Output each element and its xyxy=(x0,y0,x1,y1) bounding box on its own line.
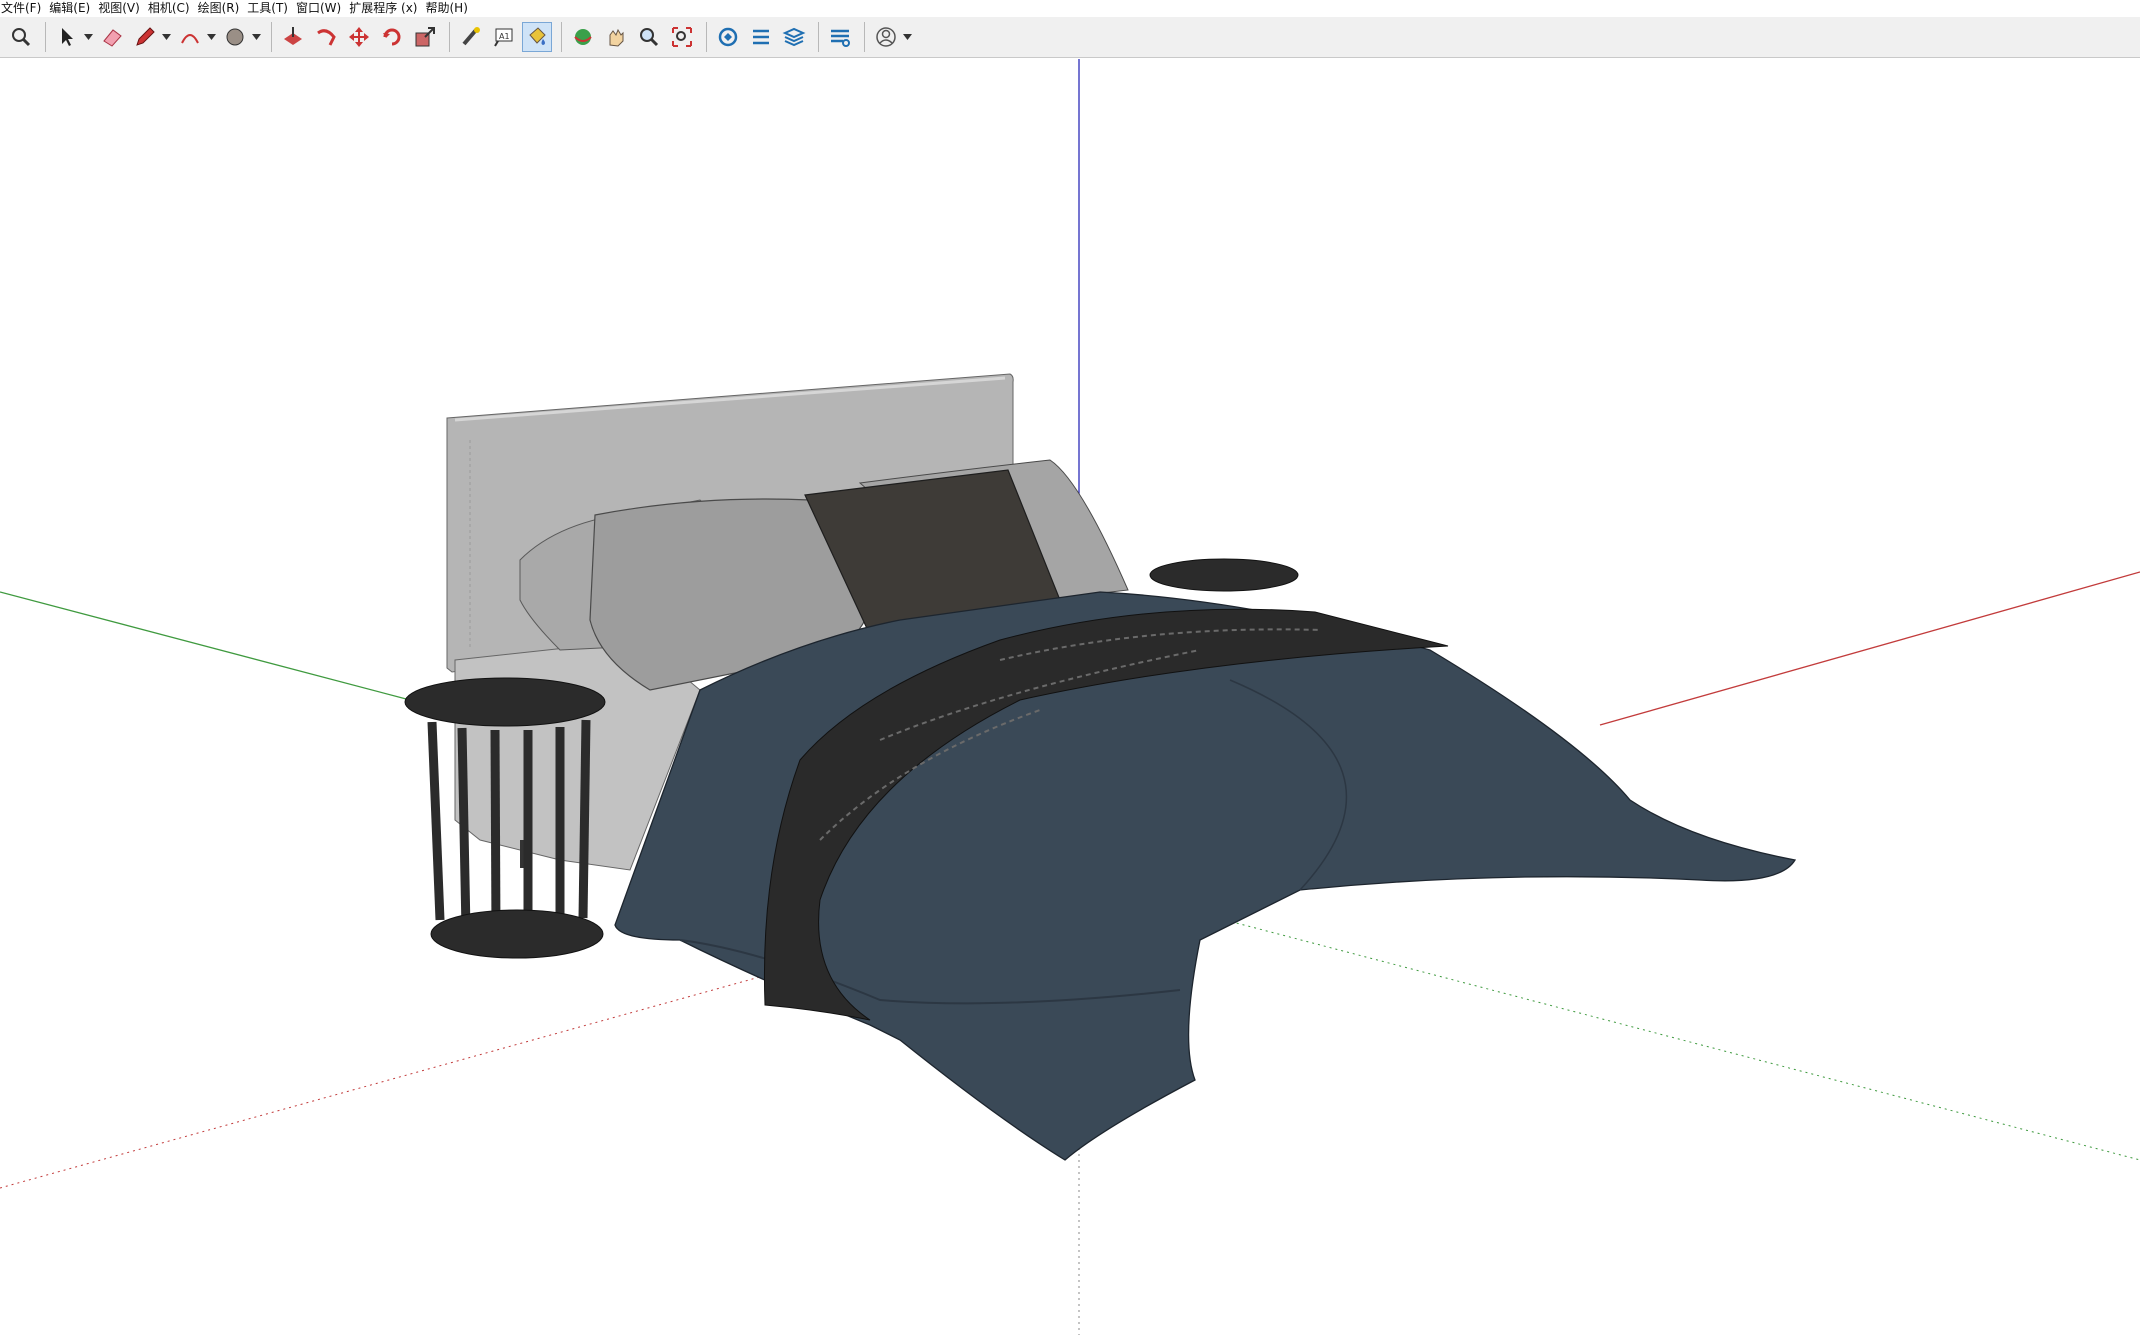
sandbox-button[interactable] xyxy=(825,22,855,52)
toolbar: A1 xyxy=(0,17,2140,58)
paint-bucket-icon xyxy=(529,27,546,45)
rotate-button[interactable] xyxy=(377,22,407,52)
toolbar-separator xyxy=(864,22,865,52)
extension-button[interactable] xyxy=(746,22,776,52)
pan-icon xyxy=(609,28,624,47)
select-button[interactable] xyxy=(52,22,82,52)
menu-bar: 文件(F) 编辑(E) 视图(V) 相机(C) 绘图(R) 工具(T) 窗口(W) 扩展程序 … xyxy=(0,0,2140,17)
sandbox-icon xyxy=(831,29,850,47)
3d-viewport[interactable] xyxy=(0,59,2140,1335)
arc-icon xyxy=(181,34,199,44)
scale-button[interactable] xyxy=(410,22,440,52)
orbit-button[interactable] xyxy=(568,22,598,52)
paint-bucket-button[interactable] xyxy=(522,22,552,52)
toolbar-separator xyxy=(561,22,562,52)
zoom-tool-icon xyxy=(640,28,659,47)
menu-item-3[interactable]: 相机(C) xyxy=(147,0,197,17)
zoom-tool-button[interactable] xyxy=(634,22,664,52)
side-table-right[interactable] xyxy=(1149,558,1299,592)
toolbar-separator xyxy=(818,22,819,52)
toolbar-separator xyxy=(449,22,450,52)
circle-button[interactable] xyxy=(220,22,250,52)
tape-measure-button[interactable] xyxy=(456,22,486,52)
green-axis-dotted xyxy=(1079,881,2140,1161)
followme-button[interactable] xyxy=(311,22,341,52)
chevron-down-icon[interactable] xyxy=(902,22,912,52)
orbit-icon xyxy=(574,29,592,45)
warehouse-button[interactable] xyxy=(713,22,743,52)
text-button[interactable]: A1 xyxy=(489,22,519,52)
toolbar-separator xyxy=(271,22,272,52)
move-icon xyxy=(349,27,369,47)
menu-item-5[interactable]: 工具(T) xyxy=(246,0,295,17)
text-icon: A1 xyxy=(494,28,513,47)
zoom-extents-button[interactable] xyxy=(667,22,697,52)
warehouse-icon xyxy=(718,27,738,47)
zoom-icon xyxy=(12,28,31,47)
account-icon xyxy=(876,27,896,47)
zoom-button[interactable] xyxy=(6,22,36,52)
eraser-icon xyxy=(103,29,122,47)
layers-button[interactable] xyxy=(779,22,809,52)
menu-item-8[interactable]: 帮助(H) xyxy=(424,0,474,17)
scale-icon xyxy=(415,27,435,47)
move-button[interactable] xyxy=(344,22,374,52)
arc-button[interactable] xyxy=(175,22,205,52)
zoom-extents-icon xyxy=(672,27,692,47)
extension-icon xyxy=(753,29,769,45)
toolbar-separator xyxy=(706,22,707,52)
menu-item-0[interactable]: 文件(F) xyxy=(0,0,48,17)
eraser-button[interactable] xyxy=(97,22,127,52)
menu-item-2[interactable]: 视图(V) xyxy=(97,0,147,17)
pencil-icon xyxy=(136,27,155,46)
chevron-down-icon[interactable] xyxy=(251,22,261,52)
pencil-button[interactable] xyxy=(130,22,160,52)
select-icon xyxy=(62,28,73,46)
account-button[interactable] xyxy=(871,22,901,52)
chevron-down-icon[interactable] xyxy=(161,22,171,52)
rotate-icon xyxy=(383,28,401,46)
tape-measure-icon xyxy=(462,27,480,46)
menu-item-4[interactable]: 绘图(R) xyxy=(197,0,247,17)
pushpull-icon xyxy=(284,27,302,45)
svg-text:A1: A1 xyxy=(499,32,510,41)
layers-icon xyxy=(782,27,806,47)
toolbar-separator xyxy=(45,22,46,52)
menu-item-6[interactable]: 窗口(W) xyxy=(295,0,348,17)
chevron-down-icon[interactable] xyxy=(83,22,93,52)
followme-icon xyxy=(317,29,336,46)
pan-button[interactable] xyxy=(601,22,631,52)
pushpull-button[interactable] xyxy=(278,22,308,52)
scene-canvas[interactable] xyxy=(0,59,2140,1335)
menu-item-7[interactable]: 扩展程序 (x) xyxy=(348,0,424,17)
chevron-down-icon[interactable] xyxy=(206,22,216,52)
menu-item-1[interactable]: 编辑(E) xyxy=(48,0,97,17)
green-axis xyxy=(0,591,411,701)
red-axis xyxy=(1599,571,2140,726)
circle-icon xyxy=(226,28,244,46)
